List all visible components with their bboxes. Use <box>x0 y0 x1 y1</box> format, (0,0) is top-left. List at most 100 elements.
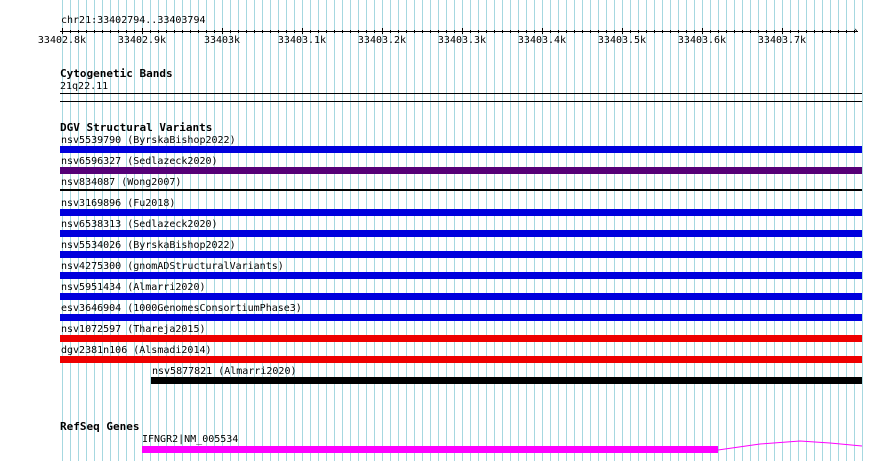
variant-bar[interactable] <box>60 189 862 191</box>
ruler-tick-label: 33403.6k <box>677 35 727 46</box>
ruler-minor-tick <box>630 30 631 33</box>
ruler-minor-tick <box>350 30 351 33</box>
ruler-minor-tick <box>614 30 615 33</box>
ruler-minor-tick <box>814 30 815 33</box>
ruler-minor-tick <box>558 30 559 33</box>
ruler-minor-tick <box>134 30 135 33</box>
ruler-major-tick <box>62 28 63 34</box>
variant-bar[interactable] <box>60 335 862 342</box>
ruler-minor-tick <box>590 30 591 33</box>
ruler-minor-tick <box>846 30 847 33</box>
ruler-minor-tick <box>414 30 415 33</box>
variant-bar[interactable] <box>60 209 862 216</box>
ruler-minor-tick <box>110 30 111 33</box>
ruler-minor-tick <box>638 30 639 33</box>
ruler-minor-tick <box>422 30 423 33</box>
variant-bar[interactable] <box>60 293 862 300</box>
cytoband-line-top[interactable] <box>60 93 862 94</box>
ruler-minor-tick <box>798 30 799 33</box>
ruler-minor-tick <box>446 30 447 33</box>
ruler-minor-tick <box>734 30 735 33</box>
gene-exon[interactable] <box>142 446 718 453</box>
variant-label: nsv5539790 (ByrskaBishop2022) <box>61 135 236 146</box>
ruler-minor-tick <box>374 30 375 33</box>
ruler-minor-tick <box>470 30 471 33</box>
ruler-minor-tick <box>694 30 695 33</box>
ruler-tick-label: 33403.3k <box>437 35 487 46</box>
ruler-minor-tick <box>270 30 271 33</box>
ruler-minor-tick <box>342 30 343 33</box>
ruler-minor-tick <box>94 30 95 33</box>
variant-bar[interactable] <box>60 230 862 237</box>
ruler-tick-label: 33403.5k <box>597 35 647 46</box>
ruler-minor-tick <box>534 30 535 33</box>
ruler-major-tick <box>622 28 623 34</box>
ruler-minor-tick <box>406 30 407 33</box>
dgv-track-title[interactable]: DGV Structural Variants <box>60 122 212 134</box>
ruler-minor-tick <box>750 30 751 33</box>
ruler-minor-tick <box>566 30 567 33</box>
ruler-minor-tick <box>158 30 159 33</box>
ruler-minor-tick <box>806 30 807 33</box>
ruler-axis <box>60 31 858 32</box>
variant-bar[interactable] <box>60 146 862 153</box>
ruler-minor-tick <box>574 30 575 33</box>
ruler-major-tick <box>382 28 383 34</box>
ruler-minor-tick <box>646 30 647 33</box>
ruler-minor-tick <box>718 30 719 33</box>
ruler-minor-tick <box>150 30 151 33</box>
variant-bar[interactable] <box>60 356 862 363</box>
variant-bar[interactable] <box>60 314 862 321</box>
ruler-minor-tick <box>670 30 671 33</box>
variant-bar[interactable] <box>60 272 862 279</box>
variant-label: nsv6538313 (Sedlazeck2020) <box>61 219 218 230</box>
ruler-minor-tick <box>254 30 255 33</box>
ruler-minor-tick <box>550 30 551 33</box>
refseq-track-title[interactable]: RefSeq Genes <box>60 421 139 433</box>
ruler-minor-tick <box>830 30 831 33</box>
ruler-minor-tick <box>318 30 319 33</box>
ruler-minor-tick <box>294 30 295 33</box>
variant-bar[interactable] <box>60 167 862 174</box>
ruler-tick-label: 33403k <box>203 35 241 46</box>
ruler-major-tick <box>782 28 783 34</box>
ruler-tick-label: 33403.2k <box>357 35 407 46</box>
ruler-minor-tick <box>582 30 583 33</box>
variant-bar[interactable] <box>60 251 862 258</box>
ruler-minor-tick <box>230 30 231 33</box>
ruler-minor-tick <box>398 30 399 33</box>
ruler-minor-tick <box>478 30 479 33</box>
ruler-minor-tick <box>286 30 287 33</box>
variant-label: nsv4275300 (gnomADStructuralVariants) <box>61 261 284 272</box>
ruler-minor-tick <box>854 30 855 33</box>
ruler-minor-tick <box>86 30 87 33</box>
ruler-minor-tick <box>214 30 215 33</box>
ruler-minor-tick <box>190 30 191 33</box>
ruler-minor-tick <box>454 30 455 33</box>
ruler-minor-tick <box>198 30 199 33</box>
ruler-minor-tick <box>662 30 663 33</box>
ruler-major-tick <box>702 28 703 34</box>
variant-label: nsv5951434 (Almarri2020) <box>61 282 206 293</box>
ruler-minor-tick <box>334 30 335 33</box>
ruler-tick-label: 33403.7k <box>757 35 807 46</box>
ruler-minor-tick <box>838 30 839 33</box>
ruler-minor-tick <box>78 30 79 33</box>
variant-label: nsv6596327 (Sedlazeck2020) <box>61 156 218 167</box>
ruler-minor-tick <box>310 30 311 33</box>
ruler-minor-tick <box>70 30 71 33</box>
cytoband-line-bottom[interactable] <box>60 101 862 102</box>
cytoband-track-title[interactable]: Cytogenetic Bands <box>60 68 173 80</box>
ruler-minor-tick <box>126 30 127 33</box>
ruler-minor-tick <box>366 30 367 33</box>
ruler-minor-tick <box>686 30 687 33</box>
ruler-major-tick <box>302 28 303 34</box>
ruler-minor-tick <box>510 30 511 33</box>
variant-label: nsv5877821 (Almarri2020) <box>152 366 297 377</box>
ruler-major-tick <box>222 28 223 34</box>
variant-bar[interactable] <box>151 377 862 384</box>
ruler-minor-tick <box>326 30 327 33</box>
ruler-minor-tick <box>742 30 743 33</box>
ruler-minor-tick <box>278 30 279 33</box>
variant-label: esv3646904 (1000GenomesConsortiumPhase3) <box>61 303 302 314</box>
